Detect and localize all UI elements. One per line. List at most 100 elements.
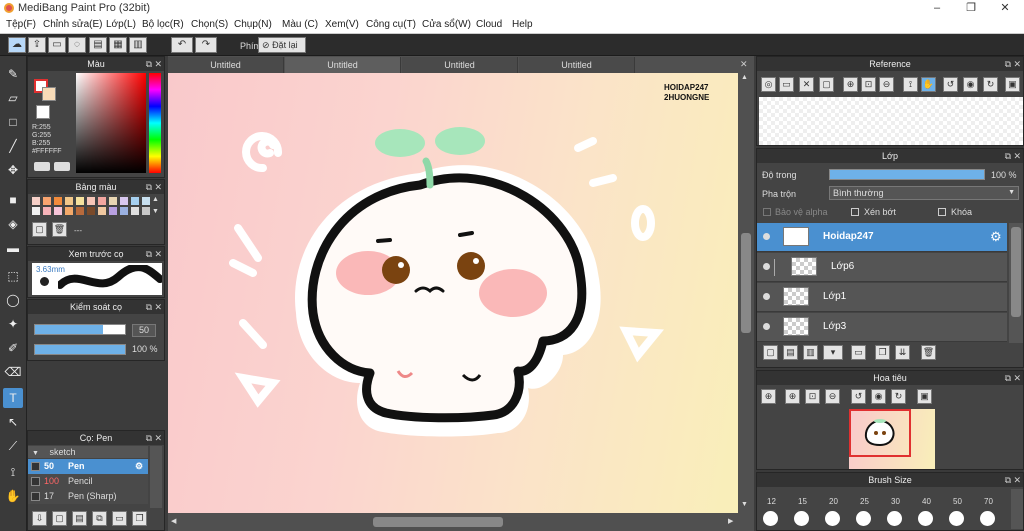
clip-checkbox[interactable] (851, 208, 859, 216)
layer-row[interactable]: Lớp6 (757, 253, 1007, 282)
eyedropper-tool-icon[interactable]: ⟟ (3, 462, 23, 482)
brush-size-preset[interactable] (856, 511, 871, 526)
popout-icon[interactable]: ⧉ (146, 57, 152, 71)
menu-layer[interactable]: Lớp(L) (106, 19, 136, 30)
copy-brush-icon[interactable]: ⧉ (92, 511, 107, 526)
palette-swatch[interactable] (76, 207, 84, 215)
rotate-reset-icon[interactable]: ◉ (963, 77, 978, 92)
palette-swatch[interactable] (65, 197, 73, 205)
scroll-up-icon[interactable]: ▲ (741, 74, 748, 81)
close-icon[interactable]: ✕ (154, 431, 162, 445)
palette-swatch[interactable] (43, 207, 51, 215)
brush-size-preset[interactable] (825, 511, 840, 526)
brush-settings-icon[interactable]: ▤ (72, 511, 87, 526)
menu-edit[interactable]: Chỉnh sửa(E) (43, 19, 103, 30)
grid-icon[interactable]: ▦ (109, 37, 127, 53)
new-layer-icon[interactable]: ▢ (763, 345, 778, 360)
palette-swatch[interactable] (142, 197, 150, 205)
secondary-color-swatch[interactable] (42, 87, 56, 101)
popout-icon[interactable]: ⧉ (1005, 57, 1011, 71)
bucket-tool-icon[interactable]: ◈ (3, 214, 23, 234)
open-folder-icon[interactable]: ▭ (779, 77, 794, 92)
popout-icon[interactable]: ⧉ (1005, 473, 1011, 487)
scroll-up-icon[interactable]: ▲ (152, 196, 159, 203)
brush-item-pen-sharp[interactable]: 17 Pen (Sharp) (28, 489, 148, 504)
merge-layer-icon[interactable]: ⇊ (895, 345, 910, 360)
scroll-left-icon[interactable]: ◀ (171, 517, 176, 525)
brush-item-pen[interactable]: 50 Pen ⚙ (28, 459, 148, 474)
palette-swatch[interactable] (43, 197, 51, 205)
popout-icon[interactable]: ⧉ (146, 300, 152, 314)
palette-swatch[interactable] (54, 207, 62, 215)
blend-mode-select[interactable]: Bình thường ▼ (829, 186, 1019, 200)
brush-list-scrollbar[interactable] (150, 446, 162, 508)
palette-swatch[interactable] (87, 197, 95, 205)
navigator-thumbnail[interactable] (849, 409, 935, 469)
close-icon[interactable]: ✕ (154, 180, 162, 194)
divide-tool-icon[interactable]: ⟋ (3, 436, 23, 456)
minimize-button[interactable]: – (920, 0, 954, 17)
zoom-out-icon[interactable]: ⊖ (879, 77, 894, 92)
menu-view[interactable]: Xem(V) (325, 19, 359, 30)
palette-swatch[interactable] (87, 207, 95, 215)
popout-icon[interactable]: ⧉ (1005, 371, 1011, 385)
close-tab-icon[interactable]: ✕ (740, 59, 748, 70)
brush-size-value[interactable]: 50 (132, 324, 156, 337)
palette-swatch[interactable] (109, 197, 117, 205)
popout-icon[interactable]: ⧉ (146, 180, 152, 194)
close-icon[interactable]: ✕ (154, 300, 162, 314)
color-mode-button-2[interactable] (54, 162, 70, 171)
brush-size-slider[interactable] (34, 324, 126, 335)
fit-window-icon[interactable]: ⊡ (805, 389, 820, 404)
redo-button[interactable]: ↷ (195, 37, 217, 53)
new-palette-icon[interactable]: ▢ (32, 222, 47, 237)
comment-icon[interactable]: ▭ (48, 37, 66, 53)
lasso-tool-icon[interactable]: ◯ (3, 290, 23, 310)
brush-tool-icon[interactable]: ✎ (3, 64, 23, 84)
eye-icon[interactable] (763, 263, 770, 270)
drawing-canvas[interactable]: HOIDAP247 2HUONGNE (168, 73, 738, 513)
close-icon[interactable]: ✕ (154, 57, 162, 71)
brush-size-preset[interactable] (949, 511, 964, 526)
lock-icon[interactable]: ▣ (1005, 77, 1020, 92)
layer-row[interactable]: Lớp3 (757, 313, 1007, 342)
select-eraser-tool-icon[interactable]: ⌫ (3, 362, 23, 382)
palette-swatch[interactable] (54, 197, 62, 205)
brush-size-preset[interactable] (887, 511, 902, 526)
fit-icon[interactable]: ▢ (819, 77, 834, 92)
maximize-button[interactable]: ❐ (954, 0, 988, 17)
palette-swatch[interactable] (120, 197, 128, 205)
add-layer-menu-icon[interactable]: ▾ (823, 345, 843, 360)
palette-swatch[interactable] (98, 197, 106, 205)
new-8bit-layer-icon[interactable]: ▥ (803, 345, 818, 360)
rotate-right-icon[interactable]: ↻ (891, 389, 906, 404)
layer-opacity-slider[interactable] (829, 169, 985, 180)
menu-select[interactable]: Chọn(S) (191, 19, 228, 30)
fill-rect-tool-icon[interactable]: ■ (3, 190, 23, 210)
close-icon[interactable]: ✕ (1013, 57, 1021, 71)
close-icon[interactable]: ✕ (1013, 473, 1021, 487)
menu-tools[interactable]: Công cụ(T) (366, 19, 416, 30)
palette-swatch[interactable] (32, 207, 40, 215)
palette-swatch[interactable] (109, 207, 117, 215)
saturation-value-picker[interactable] (76, 73, 146, 173)
undo-button[interactable]: ↶ (171, 37, 193, 53)
close-icon[interactable]: ✕ (1013, 371, 1021, 385)
tab-untitled-3[interactable]: Untitled (402, 57, 518, 73)
gear-icon[interactable]: ⚙ (135, 459, 143, 474)
menu-color[interactable]: Màu (C) (282, 19, 318, 30)
palette-swatch[interactable] (131, 197, 139, 205)
rotate-reset-icon[interactable]: ◉ (871, 389, 886, 404)
canvas-vertical-scrollbar[interactable]: ▲ ▼ (738, 73, 754, 513)
lock-checkbox[interactable] (938, 208, 946, 216)
zoom-out-icon[interactable]: ⊖ (825, 389, 840, 404)
line-tool-icon[interactable]: ╱ (3, 136, 23, 156)
menu-filter[interactable]: Bộ lọc(R) (142, 19, 184, 30)
select-pen-tool-icon[interactable]: ✐ (3, 338, 23, 358)
rotate-left-icon[interactable]: ↺ (851, 389, 866, 404)
gear-icon[interactable]: ⚙ (990, 229, 1002, 245)
rotate-right-icon[interactable]: ↻ (983, 77, 998, 92)
brush-size-preset[interactable] (918, 511, 933, 526)
eye-icon[interactable] (763, 293, 770, 300)
brush-size-preset[interactable] (794, 511, 809, 526)
